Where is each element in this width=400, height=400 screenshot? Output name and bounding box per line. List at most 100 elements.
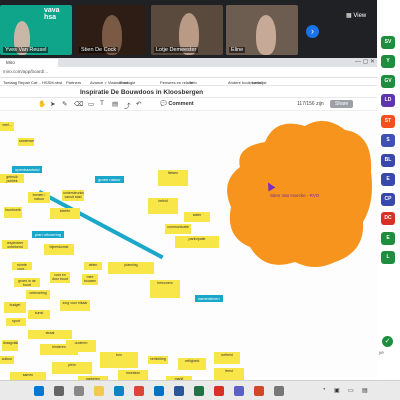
participant-badge[interactable]: GV: [381, 75, 395, 88]
edge-icon[interactable]: [114, 386, 124, 396]
undo-icon[interactable]: ↶: [136, 100, 141, 108]
cursor-tool-icon[interactable]: ➤: [50, 100, 55, 108]
bookmark-item[interactable]: Partners: [66, 80, 81, 85]
acrobat-icon[interactable]: [214, 386, 224, 396]
shape-tool-icon[interactable]: ▭: [88, 100, 94, 108]
sticky-note[interactable]: respecteer onbekend: [2, 240, 28, 249]
board-canvas[interactable]: Stien Van Hoecke - RVO ☝ openbaarheidgro…: [0, 112, 377, 380]
participant-badge[interactable]: S: [381, 134, 395, 147]
sticky-note[interactable]: veel...: [0, 122, 14, 131]
sticky-note[interactable]: tuin: [100, 352, 138, 368]
sticky-note[interactable]: water: [184, 212, 210, 222]
pen-tool-icon[interactable]: ✎: [62, 100, 67, 108]
participant-badge[interactable]: LD: [381, 94, 395, 107]
sticky-note[interactable]: ideeën: [50, 208, 80, 219]
participant-tile[interactable]: Lotje Demeester: [151, 5, 223, 55]
participant-badge[interactable]: BL: [381, 154, 395, 167]
participant-tile[interactable]: Stien De Cock: [76, 5, 146, 55]
teams-tray-icon[interactable]: ▤: [362, 387, 368, 394]
chevron-right-icon[interactable]: ›: [306, 25, 319, 38]
comment-button[interactable]: 💬 Comment: [160, 101, 194, 107]
sticky-note[interactable]: straat: [28, 330, 72, 339]
participant-badge[interactable]: ST: [381, 115, 395, 128]
sticky-note[interactable]: mee bouwen: [82, 274, 98, 285]
ppt-icon[interactable]: [254, 386, 264, 396]
address-bar[interactable]: miro.com/app/board/...: [0, 67, 377, 78]
sticky-note[interactable]: samen: [10, 372, 46, 380]
search-icon[interactable]: [54, 386, 64, 396]
sticky-note[interactable]: feest: [214, 368, 244, 380]
sticky-note[interactable]: beleid: [148, 198, 178, 214]
sticky-note[interactable]: cultuur: [0, 356, 14, 364]
sticky-note[interactable]: delen: [84, 262, 102, 270]
bookmark-item[interactable]: Pensees en relatie: [160, 80, 193, 85]
eraser-tool-icon[interactable]: ⌫: [74, 100, 83, 108]
sticky-note[interactable]: ouderen: [66, 340, 96, 352]
sticky-tool-icon[interactable]: ▤: [112, 100, 118, 108]
sticky-note[interactable]: veiligheid: [178, 358, 206, 370]
sticky-note[interactable]: kunst: [28, 310, 50, 319]
sticky-note[interactable]: ondersteuning vanuit stad: [62, 190, 84, 201]
outlook-icon[interactable]: [154, 386, 164, 396]
participant-badge[interactable]: Y: [381, 55, 395, 68]
network-icon[interactable]: ◔: [322, 387, 326, 393]
bookmark-item[interactable]: Ecologie: [120, 80, 135, 85]
window-controls[interactable]: — ▢ ✕: [355, 58, 375, 65]
chat-icon[interactable]: ▣: [334, 387, 340, 394]
windows-icon[interactable]: [34, 386, 44, 396]
link-tool-icon[interactable]: ⤴: [124, 100, 131, 110]
text-tool-icon[interactable]: T: [100, 100, 104, 107]
sticky-note[interactable]: sport: [6, 318, 26, 326]
bookmark-item[interactable]: Leeslijst: [252, 80, 266, 85]
sticky-note[interactable]: zorg voor elkaar: [60, 300, 90, 311]
hand-tool-icon[interactable]: ✋: [38, 100, 46, 108]
category-tag[interactable]: samenleven: [195, 295, 223, 302]
view-button[interactable]: ▦ View: [346, 12, 366, 19]
word-icon[interactable]: [174, 386, 184, 396]
participant-badge[interactable]: SV: [381, 36, 395, 49]
sticky-note[interactable]: communicatie: [165, 224, 191, 234]
browser-tab[interactable]: Miro: [0, 59, 58, 67]
share-button[interactable]: Share: [330, 100, 354, 108]
sticky-note[interactable]: budget: [4, 302, 26, 313]
category-tag[interactable]: plan uitvoering: [32, 231, 65, 238]
sticky-note[interactable]: moestuin: [118, 370, 148, 380]
participant-tile[interactable]: vava hsa Yves Van Reusel: [0, 5, 72, 55]
explorer-icon[interactable]: [94, 386, 104, 396]
board-title[interactable]: Inspiratie De Bouwdoos in Kloosbergen: [80, 89, 203, 96]
participant-badge[interactable]: E: [381, 173, 395, 186]
sticky-note[interactable]: participatie: [175, 236, 219, 248]
misc-icon[interactable]: [274, 386, 284, 396]
participant-tile[interactable]: Eline: [226, 5, 298, 55]
battery-icon[interactable]: ▭: [348, 387, 354, 394]
bookmark-item[interactable]: HSSM.nest: [42, 80, 62, 85]
task-view-icon[interactable]: [74, 386, 84, 396]
sticky-note[interactable]: ruimte voor...: [12, 262, 32, 270]
participant-badge[interactable]: E: [381, 232, 395, 245]
participant-badge[interactable]: L: [381, 251, 395, 264]
sticky-note[interactable]: fietsen: [158, 170, 188, 186]
sticky-note[interactable]: groen in de buurt: [14, 278, 40, 287]
sticky-note[interactable]: bomen / natuur: [28, 192, 50, 203]
sticky-note[interactable]: verlichting: [148, 356, 168, 364]
bookmark-item[interactable]: Info: [190, 80, 197, 85]
teams-icon[interactable]: [234, 386, 244, 396]
sticky-note[interactable]: bewoners: [150, 280, 180, 298]
category-tag[interactable]: openbaarheid: [12, 166, 43, 173]
sticky-note[interactable]: netheid: [214, 352, 240, 364]
sticky-note[interactable]: draagvlak: [2, 340, 18, 351]
sticky-note[interactable]: gebruik publiek: [0, 174, 24, 183]
sticky-note[interactable]: plein: [52, 362, 92, 374]
sticky-note[interactable]: samenwerk: [18, 138, 34, 146]
participant-badge[interactable]: CP: [381, 193, 395, 206]
sticky-note[interactable]: voor en door buurt: [50, 272, 70, 283]
sticky-note[interactable]: bijeenkomst: [44, 244, 74, 255]
bookmark-item[interactable]: Toelaag Repair Caf...: [3, 80, 41, 85]
excel-icon[interactable]: [194, 386, 204, 396]
orange-cloud-shape[interactable]: [225, 112, 375, 272]
participant-badge[interactable]: DC: [381, 212, 395, 225]
sticky-note[interactable]: planning: [108, 262, 154, 274]
category-tag[interactable]: groen natuur: [95, 176, 124, 183]
chrome-icon[interactable]: [134, 386, 144, 396]
sticky-note[interactable]: ontmoeting: [26, 290, 50, 299]
